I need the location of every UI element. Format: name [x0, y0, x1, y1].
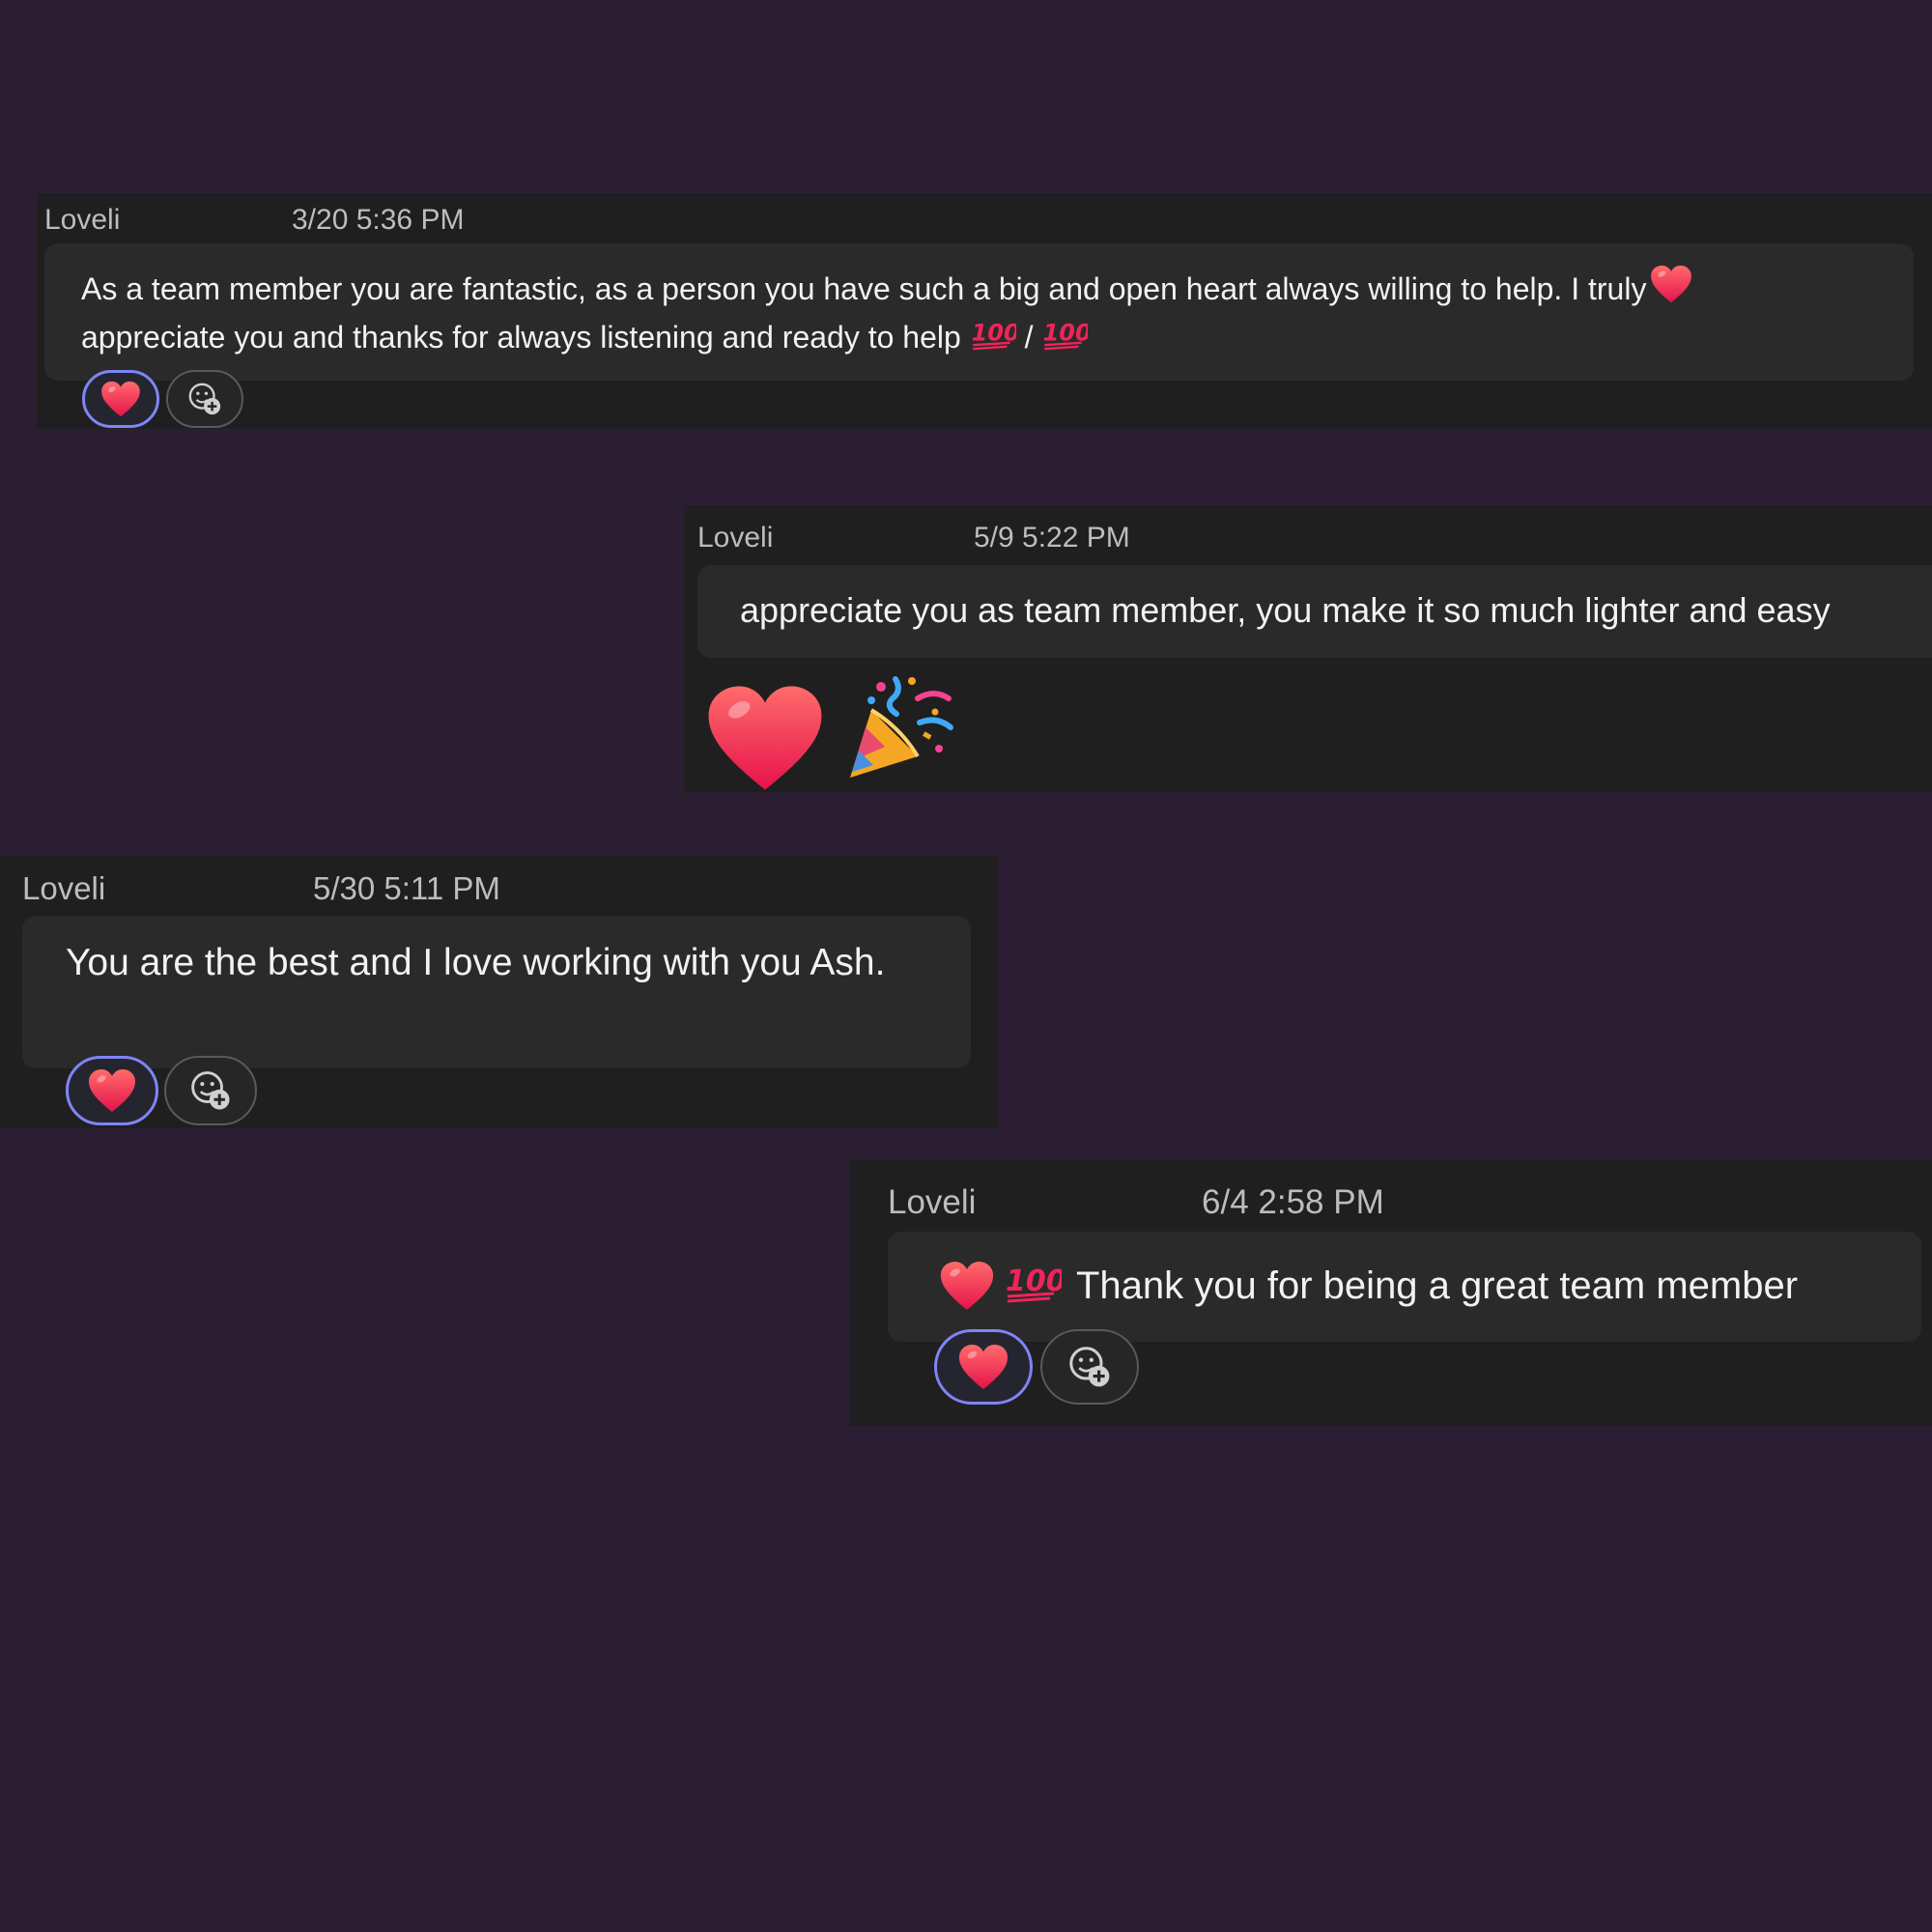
hundred-text: 100 [888, 1232, 889, 1233]
heart-icon [87, 1068, 137, 1113]
party-popper-icon [842, 669, 958, 785]
heart-reaction-button[interactable] [66, 1056, 158, 1125]
message-bubble: You are the best and I love working with… [22, 916, 971, 1068]
hundred-b-text: 100 [1088, 315, 1089, 316]
message-timestamp: 5/9 5:22 PM [974, 522, 1130, 554]
add-reaction-icon [186, 381, 223, 417]
hundred-points-icon [1004, 1259, 1062, 1307]
sender-name[interactable]: Loveli [44, 203, 120, 238]
heart-icon [939, 1261, 995, 1311]
hundred-points-icon [1041, 315, 1088, 354]
message-timestamp: 6/4 2:58 PM [1202, 1183, 1384, 1221]
message-bubble: As a team member you are fantastic, as a… [44, 243, 1914, 381]
message-card: Loveli 3/20 5:36 PM As a team member you… [37, 193, 1932, 429]
sender-name[interactable]: Loveli [22, 871, 105, 906]
message-bubble: appreciate you as team member, you make … [697, 565, 1932, 658]
add-reaction-button[interactable] [166, 370, 243, 428]
message-text-line: appreciate you and thanks for always lis… [81, 320, 961, 355]
sender-name[interactable]: Loveli [888, 1185, 976, 1220]
sender-name[interactable]: Loveli [697, 521, 773, 555]
message-text: As a team member you are fantastic, as a… [81, 265, 1692, 310]
message-timestamp: 3/20 5:36 PM [292, 204, 465, 236]
slash-text: / [1024, 320, 1034, 355]
add-reaction-icon [188, 1068, 233, 1113]
heart-icon [705, 684, 825, 792]
heart-icon [1650, 265, 1692, 303]
message-text: Thank you for being a great team member [1076, 1264, 1799, 1307]
message-card: Loveli 5/30 5:11 PM You are the best and… [0, 856, 998, 1128]
add-reaction-icon [1066, 1344, 1113, 1390]
heart-reaction-button[interactable] [934, 1329, 1033, 1405]
message-card: Loveli 6/4 2:58 PM 100 Thank you for bei… [849, 1160, 1932, 1426]
message-timestamp: 5/30 5:11 PM [313, 870, 500, 906]
heart-icon [957, 1344, 1009, 1390]
hundred-points-icon [970, 315, 1016, 354]
message-text-line: As a team member you are fantastic, as a… [81, 271, 1647, 306]
message-text: appreciate you as team member, you make … [740, 590, 1831, 630]
message-bubble: 100 Thank you for being a great team mem… [888, 1232, 1921, 1342]
add-reaction-button[interactable] [164, 1056, 257, 1125]
hundred-a-text: 100 [1025, 315, 1026, 316]
message-card: Loveli 5/9 5:22 PM appreciate you as tea… [684, 505, 1932, 792]
message-text: appreciate you and thanks for always lis… [81, 315, 1088, 358]
heart-icon [100, 381, 141, 417]
add-reaction-button[interactable] [1040, 1329, 1139, 1405]
heart-reaction-button[interactable] [82, 370, 159, 428]
message-text: You are the best and I love working with… [66, 942, 886, 983]
